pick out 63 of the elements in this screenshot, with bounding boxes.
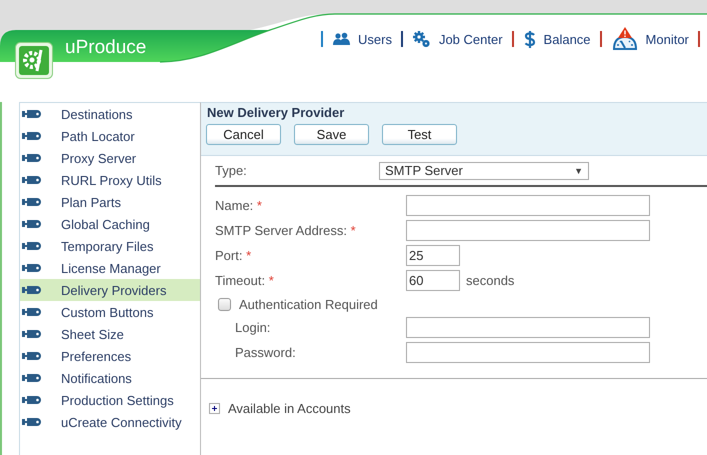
sidebar-item[interactable]: Notifications bbox=[20, 367, 200, 389]
nav-link[interactable]: Monitor bbox=[602, 27, 698, 51]
wrench-icon bbox=[22, 198, 41, 206]
wrench-icon bbox=[22, 132, 41, 140]
field-label: Port: * bbox=[215, 248, 252, 263]
sidebar-item[interactable]: Proxy Server bbox=[20, 147, 200, 169]
wrench-icon bbox=[22, 110, 41, 118]
wrench-icon bbox=[22, 220, 41, 228]
sidebar-item[interactable]: License Manager bbox=[20, 257, 200, 279]
wrench-icon bbox=[22, 176, 41, 184]
toolbar-button[interactable]: Test bbox=[382, 124, 457, 145]
field-label: Type: bbox=[215, 163, 248, 178]
dollar-icon bbox=[524, 30, 536, 48]
sidebar-item[interactable]: Global Caching bbox=[20, 213, 200, 235]
app-title: uProduce bbox=[65, 37, 148, 59]
sidebar-item[interactable]: Path Locator bbox=[20, 125, 200, 147]
field-label: Login: bbox=[234, 320, 272, 335]
sidebar-item[interactable]: Preferences bbox=[20, 345, 200, 367]
field-label: SMTP Server Address: * bbox=[215, 223, 357, 238]
wrench-icon bbox=[22, 418, 41, 426]
text-field[interactable] bbox=[406, 220, 650, 241]
expand-icon[interactable] bbox=[209, 403, 220, 414]
logo-icon bbox=[15, 42, 53, 79]
type-dropdown[interactable]: SMTP Server ▼ bbox=[379, 162, 589, 180]
gauge-warning-icon bbox=[612, 27, 638, 51]
nav-link[interactable]: Users bbox=[323, 27, 401, 51]
checkbox[interactable] bbox=[218, 298, 231, 310]
wrench-icon bbox=[22, 352, 41, 360]
sidebar-item[interactable]: uCreate Connectivity bbox=[20, 411, 200, 433]
panel-title: New Delivery Provider bbox=[207, 105, 344, 120]
wrench-icon bbox=[22, 308, 41, 316]
gears-icon bbox=[412, 31, 431, 47]
nav-link[interactable]: Balance bbox=[514, 27, 600, 51]
sidebar-item[interactable]: Delivery Providers bbox=[20, 279, 200, 301]
wrench-icon bbox=[22, 242, 41, 250]
wrench-icon bbox=[22, 154, 41, 162]
toolbar-button[interactable]: Cancel bbox=[206, 124, 281, 145]
wrench-icon bbox=[22, 330, 41, 338]
sidebar-item[interactable]: RURL Proxy Utils bbox=[20, 169, 200, 191]
wrench-icon bbox=[22, 286, 41, 294]
checkbox-label: Authentication Required bbox=[239, 296, 378, 312]
sidebar-item[interactable]: Custom Buttons bbox=[20, 301, 200, 323]
field-label: Timeout: * bbox=[215, 273, 275, 288]
sidebar-item[interactable]: Temporary Files bbox=[20, 235, 200, 257]
wrench-icon bbox=[22, 396, 41, 404]
sidebar-item[interactable]: Sheet Size bbox=[20, 323, 200, 345]
unit-label: seconds bbox=[466, 273, 514, 288]
expander-row[interactable]: Available in Accounts bbox=[209, 401, 351, 416]
toolbar-button[interactable]: Save bbox=[294, 124, 369, 145]
sidebar-item[interactable]: Plan Parts bbox=[20, 191, 200, 213]
users-icon bbox=[333, 32, 350, 46]
text-field[interactable] bbox=[406, 317, 650, 338]
text-field[interactable] bbox=[406, 195, 650, 216]
field-label: Name: * bbox=[215, 198, 263, 213]
nav-link[interactable]: Job Center bbox=[402, 27, 512, 51]
text-field[interactable] bbox=[406, 342, 650, 363]
number-field[interactable]: 25 bbox=[406, 245, 460, 266]
sidebar-item[interactable]: Production Settings bbox=[20, 389, 200, 411]
field-label: Password: bbox=[234, 345, 297, 360]
wrench-icon bbox=[22, 374, 41, 382]
wrench-icon bbox=[22, 264, 41, 272]
sidebar-item[interactable]: Destinations bbox=[20, 103, 200, 125]
number-field[interactable]: 60 bbox=[406, 270, 460, 291]
